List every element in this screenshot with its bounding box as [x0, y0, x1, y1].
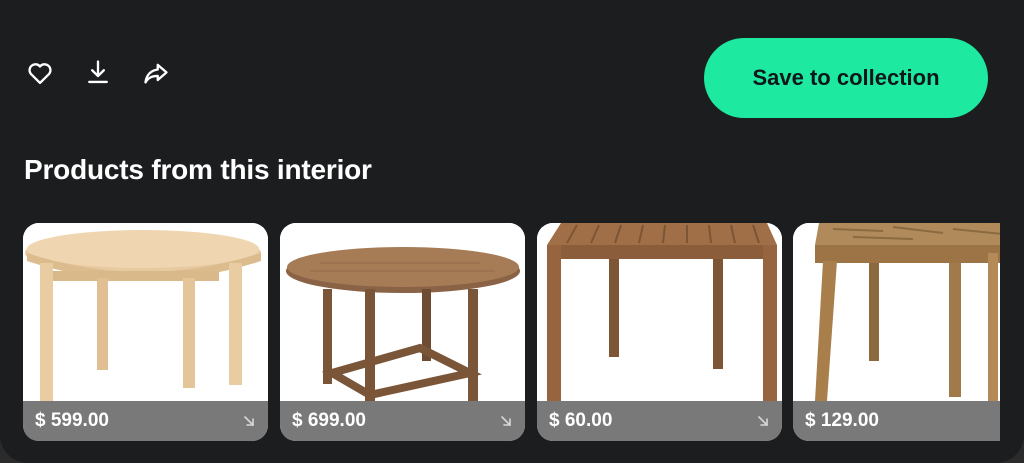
share-button[interactable] — [139, 56, 173, 90]
price-bar: $ 129.00 — [793, 401, 1000, 441]
arrow-down-right-icon — [242, 414, 256, 428]
product-card[interactable]: $ 599.00 — [23, 223, 268, 441]
price-bar: $ 599.00 — [23, 401, 268, 441]
product-panel: Save to collection Products from this in… — [0, 0, 1024, 463]
product-price: $ 129.00 — [805, 410, 879, 431]
round-brown-wood-table-image — [280, 223, 525, 401]
download-button[interactable] — [81, 55, 115, 89]
product-carousel[interactable]: $ 599.00 $ 699.00 $ 60.00 $ 129.00 — [23, 223, 1000, 441]
download-icon — [88, 60, 108, 84]
product-price: $ 60.00 — [549, 410, 613, 431]
save-to-collection-button[interactable]: Save to collection — [704, 38, 988, 118]
product-price: $ 699.00 — [292, 410, 366, 431]
product-price: $ 599.00 — [35, 410, 109, 431]
price-bar: $ 60.00 — [537, 401, 782, 441]
product-card[interactable]: $ 129.00 — [793, 223, 1000, 441]
square-acacia-table-image — [793, 223, 1000, 401]
share-icon — [144, 63, 168, 84]
arrow-down-right-icon — [756, 414, 770, 428]
price-bar: $ 699.00 — [280, 401, 525, 441]
heart-icon — [28, 63, 52, 85]
square-slatted-wood-table-image — [537, 223, 782, 401]
round-light-wood-table-image — [23, 223, 268, 401]
product-card[interactable]: $ 699.00 — [280, 223, 525, 441]
arrow-down-right-icon — [499, 414, 513, 428]
section-title: Products from this interior — [24, 154, 372, 185]
product-card[interactable]: $ 60.00 — [537, 223, 782, 441]
like-button[interactable] — [23, 56, 57, 90]
